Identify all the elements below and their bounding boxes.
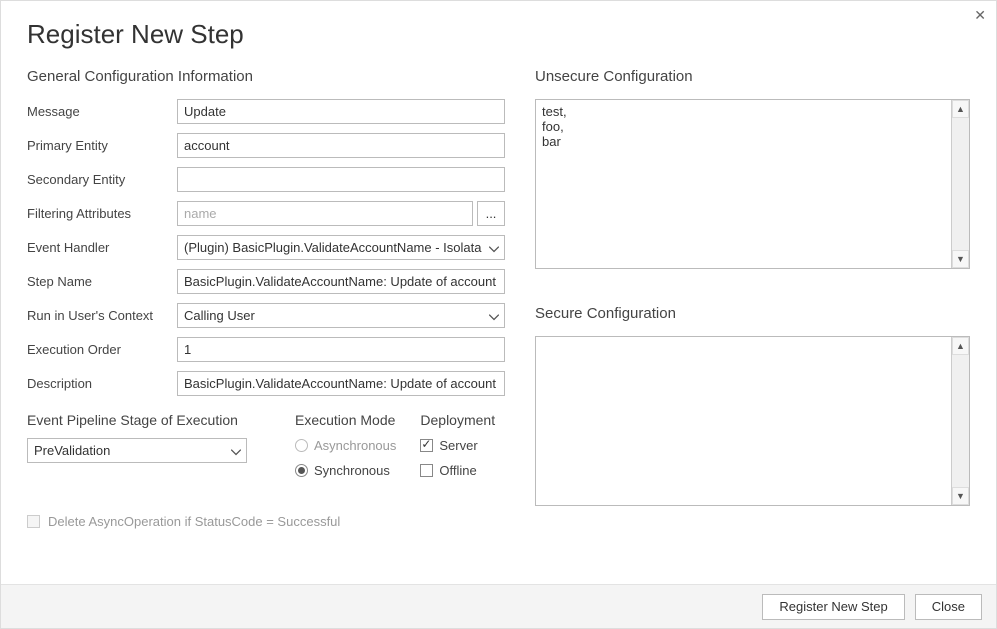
server-label: Server [439,438,477,453]
offline-label: Offline [439,463,476,478]
secondary-entity-input[interactable] [177,167,505,192]
delete-async-label: Delete AsyncOperation if StatusCode = Su… [48,514,340,529]
step-name-input[interactable] [177,269,505,294]
asynchronous-radio[interactable]: Asynchronous [295,438,396,453]
synchronous-radio[interactable]: Synchronous [295,463,396,478]
pipeline-stage-heading: Event Pipeline Stage of Execution [27,412,271,428]
scroll-up-icon[interactable]: ▲ [952,337,969,355]
pipeline-stage-select[interactable] [27,438,247,463]
event-handler-select[interactable] [177,235,505,260]
server-checkbox[interactable]: Server [420,438,495,453]
general-config-heading: General Configuration Information [27,68,505,85]
radio-checked-icon [295,464,308,477]
deployment-heading: Deployment [420,412,495,428]
checkbox-checked-icon [420,439,433,452]
close-button[interactable]: Close [915,594,982,620]
execution-order-input[interactable] [177,337,505,362]
synchronous-label: Synchronous [314,463,390,478]
primary-entity-label: Primary Entity [27,138,177,153]
message-input[interactable] [177,99,505,124]
secure-config-textarea[interactable] [536,337,951,505]
asynchronous-label: Asynchronous [314,438,396,453]
secondary-entity-label: Secondary Entity [27,172,177,187]
primary-entity-input[interactable] [177,133,505,158]
message-label: Message [27,104,177,119]
offline-checkbox[interactable]: Offline [420,463,495,478]
scroll-down-icon[interactable]: ▼ [952,487,969,505]
delete-async-checkbox[interactable]: Delete AsyncOperation if StatusCode = Su… [27,514,505,529]
filtering-attributes-label: Filtering Attributes [27,206,177,221]
unsecure-config-textarea[interactable] [536,100,951,268]
secure-config-heading: Secure Configuration [535,305,970,322]
step-name-label: Step Name [27,274,177,289]
dialog-title: Register New Step [1,1,996,58]
checkbox-unchecked-icon [420,464,433,477]
filtering-attributes-input[interactable] [177,201,473,226]
description-input[interactable] [177,371,505,396]
scrollbar[interactable]: ▲ ▼ [951,337,969,505]
unsecure-config-heading: Unsecure Configuration [535,68,970,85]
description-label: Description [27,376,177,391]
run-context-label: Run in User's Context [27,308,177,323]
scrollbar[interactable]: ▲ ▼ [951,100,969,268]
execution-mode-heading: Execution Mode [295,412,396,428]
radio-unchecked-icon [295,439,308,452]
checkbox-disabled-icon [27,515,40,528]
execution-order-label: Execution Order [27,342,177,357]
scroll-up-icon[interactable]: ▲ [952,100,969,118]
run-context-select[interactable] [177,303,505,328]
filtering-attributes-browse-button[interactable]: ... [477,201,505,226]
event-handler-label: Event Handler [27,240,177,255]
scroll-down-icon[interactable]: ▼ [952,250,969,268]
register-new-step-button[interactable]: Register New Step [762,594,904,620]
close-icon[interactable]: ✕ [974,7,986,24]
